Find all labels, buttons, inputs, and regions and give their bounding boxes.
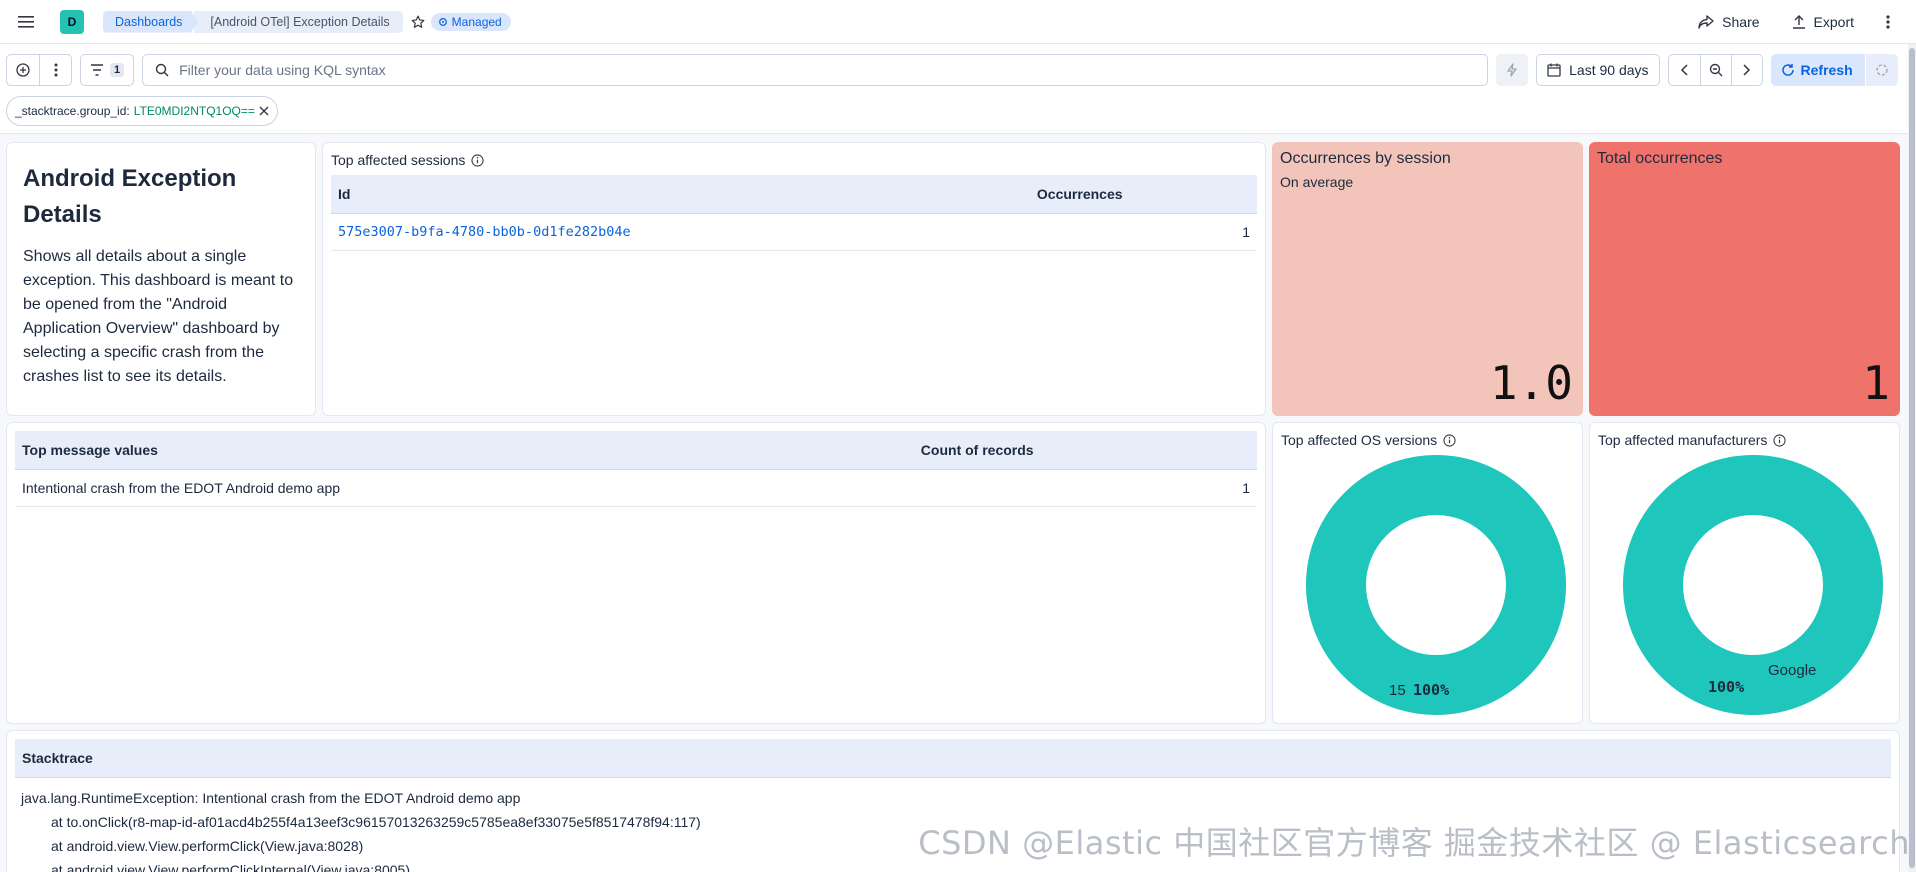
sessions-title-text: Top affected sessions: [331, 152, 466, 168]
page-scrollbar[interactable]: [1908, 44, 1916, 872]
donut-slice[interactable]: [1306, 455, 1566, 715]
breadcrumb-current: [Android OTel] Exception Details: [194, 10, 403, 33]
table-row: Intentional crash from the EDOT Android …: [15, 469, 1257, 507]
refresh-button[interactable]: Refresh: [1770, 54, 1865, 86]
more-options-icon[interactable]: [1876, 14, 1900, 29]
query-menu-group: [6, 54, 72, 86]
filter-pill-key: _stacktrace.group_id:: [15, 104, 130, 118]
manufacturers-title-text: Top affected manufacturers: [1598, 432, 1768, 448]
os-versions-panel: Top affected OS versions 15 100%: [1272, 422, 1583, 724]
filter-count-badge: 1: [110, 63, 125, 77]
metric-subtitle: On average: [1280, 174, 1354, 190]
sessions-panel: Top affected sessions Id Occurrences 575…: [322, 142, 1266, 416]
query-options-icon[interactable]: [39, 55, 71, 85]
auto-refresh-icon[interactable]: [1865, 54, 1898, 86]
calendar-icon: [1547, 63, 1561, 77]
quick-action-bolt-icon[interactable]: [1496, 54, 1529, 86]
info-icon[interactable]: [471, 153, 484, 167]
share-button[interactable]: Share: [1688, 6, 1769, 38]
message-cell[interactable]: Intentional crash from the EDOT Android …: [15, 469, 914, 507]
column-header-id[interactable]: Id: [331, 175, 1030, 214]
slice-label-name: 15: [1389, 682, 1406, 699]
refresh-icon: [1781, 64, 1794, 76]
space-avatar[interactable]: D: [60, 9, 84, 34]
add-filter-icon[interactable]: [7, 55, 39, 85]
os-versions-donut: 15 100%: [1306, 455, 1566, 715]
share-label: Share: [1722, 13, 1760, 30]
filter-pill-value: LTE0MDI2NTQ1OQ==: [133, 104, 255, 118]
managed-badge: Managed: [430, 12, 511, 31]
next-period-icon[interactable]: [1730, 55, 1762, 85]
menu-toggle-icon[interactable]: [12, 8, 40, 36]
metric-title: Occurrences by session: [1280, 150, 1451, 167]
sessions-table: Id Occurrences 575e3007-b9fa-4780-bb0b-0…: [331, 175, 1257, 251]
export-icon: [1792, 14, 1805, 29]
table-row: 575e3007-b9fa-4780-bb0b-0d1fe282b04e 1: [331, 213, 1257, 251]
slice-label-percent: 100%: [1413, 681, 1449, 699]
metric-total-occurrences: Total occurrences 1: [1589, 142, 1900, 416]
breadcrumb-dashboards[interactable]: Dashboards: [103, 10, 199, 33]
markdown-panel: Android Exception Details Shows all deta…: [6, 142, 316, 416]
stacktrace-table: Stacktrace: [15, 739, 1891, 778]
manufacturers-panel: Top affected manufacturers Google 100%: [1589, 422, 1900, 724]
info-icon[interactable]: [1443, 433, 1456, 447]
kql-placeholder: Filter your data using KQL syntax: [179, 62, 386, 78]
export-button[interactable]: Export: [1782, 6, 1864, 38]
managed-label: Managed: [451, 14, 502, 29]
metric-value: 1: [1862, 356, 1890, 410]
metric-occurrences-by-session: Occurrences by session On average 1.0: [1272, 142, 1583, 416]
filter-icon: [91, 64, 103, 76]
column-header-stacktrace[interactable]: Stacktrace: [15, 739, 1891, 778]
stacktrace-line: java.lang.RuntimeException: Intentional …: [21, 789, 521, 806]
breadcrumb: Dashboards [Android OTel] Exception Deta…: [103, 10, 403, 33]
manufacturers-donut: Google 100%: [1623, 455, 1883, 715]
donut-slice[interactable]: [1623, 455, 1883, 715]
date-range-label: Last 90 days: [1569, 62, 1649, 78]
table-header-row: Stacktrace: [15, 739, 1891, 778]
session-id-cell[interactable]: 575e3007-b9fa-4780-bb0b-0d1fe282b04e: [331, 213, 1030, 251]
time-nav-group: [1667, 54, 1763, 86]
column-header-occurrences[interactable]: Occurrences: [1029, 175, 1257, 214]
table-header-row: Top message values Count of records: [15, 431, 1257, 470]
sessions-title: Top affected sessions: [331, 151, 1257, 169]
zoom-out-icon[interactable]: [1699, 55, 1731, 85]
metric-value: 1.0: [1489, 356, 1573, 410]
filters-button[interactable]: 1: [80, 54, 135, 86]
occurrences-cell: 1: [1029, 213, 1257, 251]
remove-filter-icon[interactable]: [259, 106, 269, 116]
favorite-star-icon[interactable]: [409, 13, 427, 31]
scrollbar-thumb[interactable]: [1909, 48, 1915, 868]
metric-title: Total occurrences: [1597, 150, 1723, 167]
top-header: D Dashboards [Android OTel] Exception De…: [0, 0, 1916, 44]
watermark: CSDN @Elastic 中国社区官方博客 掘金技术社区 @ Elastics…: [918, 824, 1910, 862]
query-bar: 1 Filter your data using KQL syntax Last…: [0, 44, 1916, 96]
managed-icon: [438, 17, 447, 26]
refresh-label: Refresh: [1800, 62, 1853, 78]
table-header-row: Id Occurrences: [331, 175, 1257, 214]
messages-table: Top message values Count of records Inte…: [15, 431, 1257, 507]
kql-search-input[interactable]: Filter your data using KQL syntax: [142, 54, 1489, 86]
export-label: Export: [1813, 13, 1854, 30]
slice-label-percent: 100%: [1708, 678, 1744, 696]
os-versions-title-text: Top affected OS versions: [1281, 432, 1438, 448]
messages-panel: Top message values Count of records Inte…: [6, 422, 1266, 724]
info-icon[interactable]: [1773, 433, 1786, 447]
filter-pill-row: _stacktrace.group_id: LTE0MDI2NTQ1OQ==: [0, 96, 1916, 134]
column-header-message[interactable]: Top message values: [15, 431, 914, 470]
manufacturers-title: Top affected manufacturers: [1598, 431, 1891, 449]
column-header-count[interactable]: Count of records: [913, 431, 1257, 470]
count-cell: 1: [913, 469, 1257, 507]
markdown-body: Shows all details about a single excepti…: [23, 248, 294, 385]
date-picker-button[interactable]: Last 90 days: [1536, 54, 1660, 86]
share-icon: [1698, 14, 1714, 29]
previous-period-icon[interactable]: [1669, 55, 1700, 85]
slice-label-name: Google: [1768, 662, 1816, 679]
os-versions-title: Top affected OS versions: [1281, 431, 1574, 449]
markdown-title: Android Exception Details: [23, 165, 237, 228]
filter-pill[interactable]: _stacktrace.group_id: LTE0MDI2NTQ1OQ==: [6, 96, 278, 126]
search-icon: [155, 63, 169, 77]
